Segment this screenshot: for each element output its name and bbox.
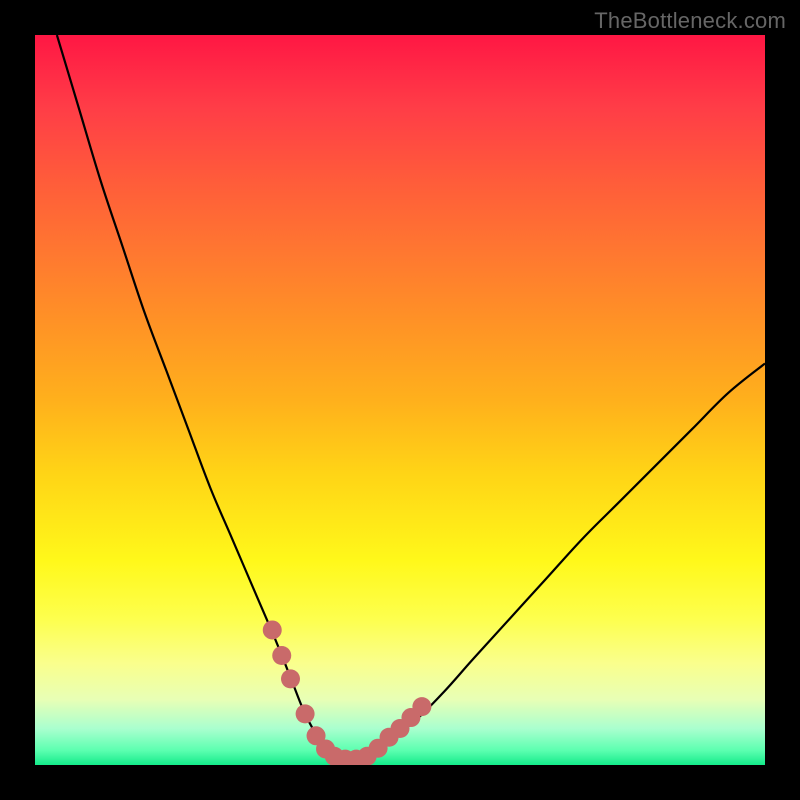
highlight-dot [281,669,300,688]
highlight-dot [296,704,315,723]
highlight-markers [263,620,432,765]
highlight-dot [412,697,431,716]
highlight-dot [263,620,282,639]
watermark-text: TheBottleneck.com [594,8,786,34]
highlight-dot [272,646,291,665]
chart-overlay [35,35,765,765]
bottleneck-curve [57,35,765,759]
